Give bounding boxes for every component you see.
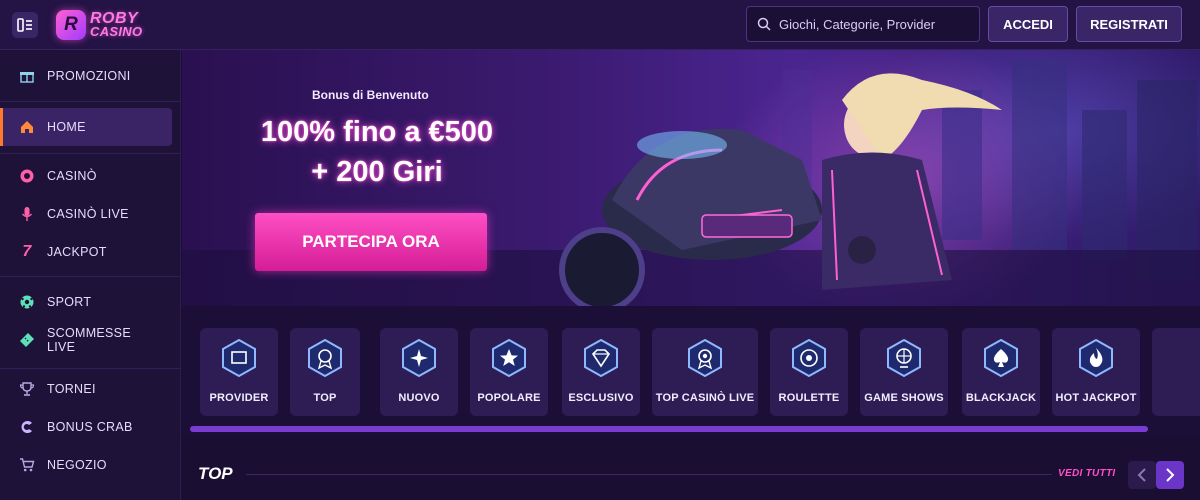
sidebar: PROMOZIONI HOME CASINÒ CASINÒ LIVE 7 JAC… [0, 50, 181, 500]
category-label: ESCLUSIVO [568, 392, 634, 404]
carousel-next-button[interactable] [1156, 461, 1184, 489]
trophy-icon [19, 381, 35, 397]
top-games-section: TOP VEDI TUTTI [182, 436, 1200, 500]
category-label: TOP CASINÒ LIVE [655, 392, 755, 404]
top-header: R ROBY CASINO ACCEDI REGISTRATI [0, 0, 1200, 50]
casino-chip-icon [19, 168, 35, 184]
logo-mark: R [56, 10, 86, 40]
category-partial-next[interactable] [1152, 328, 1200, 416]
sidebar-item-casino[interactable]: CASINÒ [0, 160, 181, 192]
logo-wordmark: ROBY CASINO [90, 11, 143, 39]
category-popolare[interactable]: POPOLARE [470, 328, 548, 416]
microphone-icon [19, 206, 35, 222]
category-esclusivo[interactable]: ESCLUSIVO [562, 328, 640, 416]
category-hot-jackpot[interactable]: HOT JACKPOT [1052, 328, 1140, 416]
category-label: PROVIDER [209, 392, 269, 404]
register-button[interactable]: REGISTRATI [1076, 6, 1182, 42]
sidebar-divider [0, 368, 181, 369]
sidebar-item-tornei[interactable]: TORNEI [0, 373, 181, 405]
sidebar-item-label: CASINÒ [47, 169, 97, 183]
chevron-right-icon [1166, 468, 1175, 482]
live-medal-icon [688, 338, 722, 378]
seven-icon: 7 [22, 243, 32, 260]
chevron-left-icon [1137, 468, 1146, 482]
roulette-icon [792, 338, 826, 378]
category-label: GAME SHOWS [864, 392, 944, 404]
category-roulette[interactable]: ROULETTE [770, 328, 848, 416]
home-icon [19, 119, 35, 135]
sidebar-item-bonus-crab[interactable]: BONUS CRAB [0, 411, 181, 443]
category-label: ROULETTE [778, 392, 840, 404]
sidebar-item-casino-live[interactable]: CASINÒ LIVE [0, 198, 181, 230]
see-all-link[interactable]: VEDI TUTTI [1058, 468, 1115, 479]
sidebar-item-label: PROMOZIONI [47, 69, 131, 83]
category-top[interactable]: TOP [290, 328, 360, 416]
sidebar-item-label: HOME [47, 120, 86, 134]
sparkle-icon [402, 338, 436, 378]
sidebar-divider [0, 276, 181, 277]
search-icon [757, 17, 771, 31]
folder-icon [222, 338, 256, 378]
flame-icon [1079, 338, 1113, 378]
sidebar-item-label: BONUS CRAB [47, 420, 133, 434]
category-label: TOP [313, 392, 337, 404]
category-label: HOT JACKPOT [1055, 392, 1137, 404]
sidebar-item-promozioni[interactable]: PROMOZIONI [0, 58, 181, 94]
crab-icon [19, 419, 35, 435]
section-title: TOP [198, 464, 233, 483]
banner-title: 100% fino a €500 + 200 Giri [182, 112, 572, 192]
star-icon [492, 338, 526, 378]
sidebar-toggle-icon [17, 18, 32, 32]
join-now-button[interactable]: PARTECIPA ORA [255, 213, 487, 271]
banner-subtitle: Bonus di Benvenuto [312, 88, 429, 102]
ticket-icon [19, 332, 35, 348]
category-label: NUOVO [398, 392, 440, 404]
promo-banner[interactable]: Bonus di Benvenuto 100% fino a €500 + 20… [182, 50, 1200, 306]
category-nuovo[interactable]: NUOVO [380, 328, 458, 416]
category-provider[interactable]: PROVIDER [200, 328, 278, 416]
sidebar-item-label: TORNEI [47, 382, 96, 396]
sidebar-divider [0, 153, 181, 154]
sidebar-item-label: SPORT [47, 295, 92, 309]
logo-line2: CASINO [90, 24, 143, 39]
cart-icon [19, 457, 35, 473]
sidebar-item-negozio[interactable]: NEGOZIO [0, 449, 181, 481]
sidebar-item-label: CASINÒ LIVE [47, 207, 129, 221]
category-label: POPOLARE [477, 392, 541, 404]
wheel-icon [887, 338, 921, 378]
category-scrollbar[interactable] [190, 426, 1148, 432]
sidebar-item-label: JACKPOT [47, 245, 107, 259]
sidebar-item-jackpot[interactable]: 7 JACKPOT [0, 236, 181, 268]
category-game-shows[interactable]: GAME SHOWS [860, 328, 948, 416]
banner-title-line2: + 200 Giri [311, 156, 443, 188]
diamond-icon [584, 338, 618, 378]
sidebar-item-sport[interactable]: SPORT [0, 286, 181, 318]
sidebar-item-scommesse-live[interactable]: SCOMMESSE LIVE [0, 322, 181, 358]
carousel-prev-button[interactable] [1128, 461, 1156, 489]
banner-title-line1: 100% fino a €500 [260, 116, 494, 148]
section-divider [246, 474, 1052, 475]
soccer-ball-icon [19, 294, 35, 310]
category-label: BLACKJACK [965, 392, 1037, 404]
roby-casino-logo[interactable]: R ROBY CASINO [56, 8, 142, 42]
search-input[interactable] [779, 16, 969, 32]
spade-icon [984, 338, 1018, 378]
search-box[interactable] [746, 6, 980, 42]
sidebar-divider [0, 101, 181, 102]
category-top-casino-live[interactable]: TOP CASINÒ LIVE [652, 328, 758, 416]
category-blackjack[interactable]: BLACKJACK [962, 328, 1040, 416]
sidebar-item-label: NEGOZIO [47, 458, 107, 472]
sidebar-item-home[interactable]: HOME [0, 108, 172, 146]
sidebar-item-label: SCOMMESSE LIVE [47, 326, 131, 354]
category-strip: PROVIDER TOP NUOVO POPOLARE ESCLUSIVO TO… [182, 306, 1200, 436]
gift-icon [19, 68, 35, 84]
menu-toggle-button[interactable] [12, 12, 38, 38]
login-button[interactable]: ACCEDI [988, 6, 1068, 42]
medal-star-icon [308, 338, 342, 378]
